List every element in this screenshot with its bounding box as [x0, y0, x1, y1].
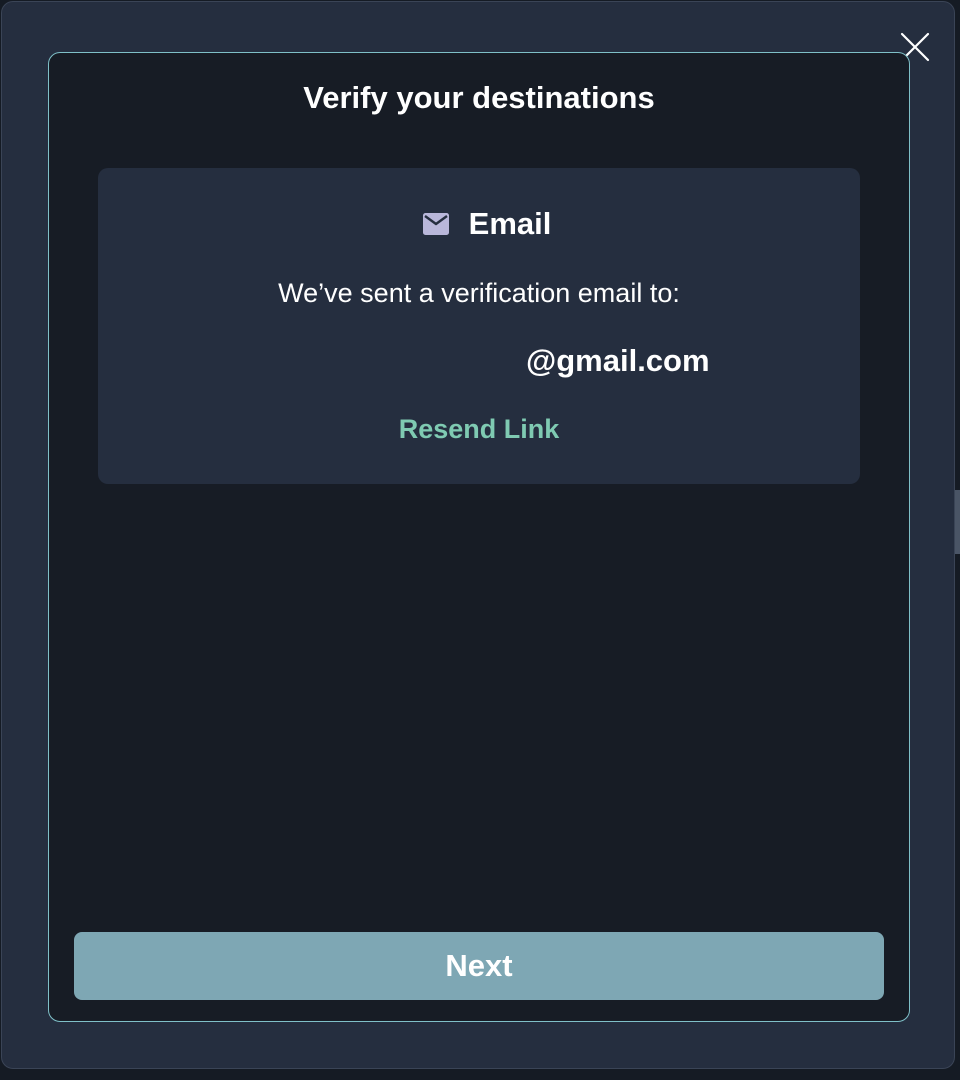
verify-destinations-dialog: Verify your destinations Email We’ve sen…: [1, 1, 955, 1069]
mail-icon: [422, 213, 449, 235]
email-card-title: Email: [468, 206, 552, 241]
email-address: @gmail.com: [526, 343, 710, 378]
dialog-title: Verify your destinations: [303, 80, 655, 115]
resend-link[interactable]: Resend Link: [2, 412, 956, 446]
verification-message: We’ve sent a verification email to:: [278, 278, 680, 308]
email-card-header: Email: [2, 202, 956, 246]
next-button[interactable]: Next: [74, 932, 884, 1000]
